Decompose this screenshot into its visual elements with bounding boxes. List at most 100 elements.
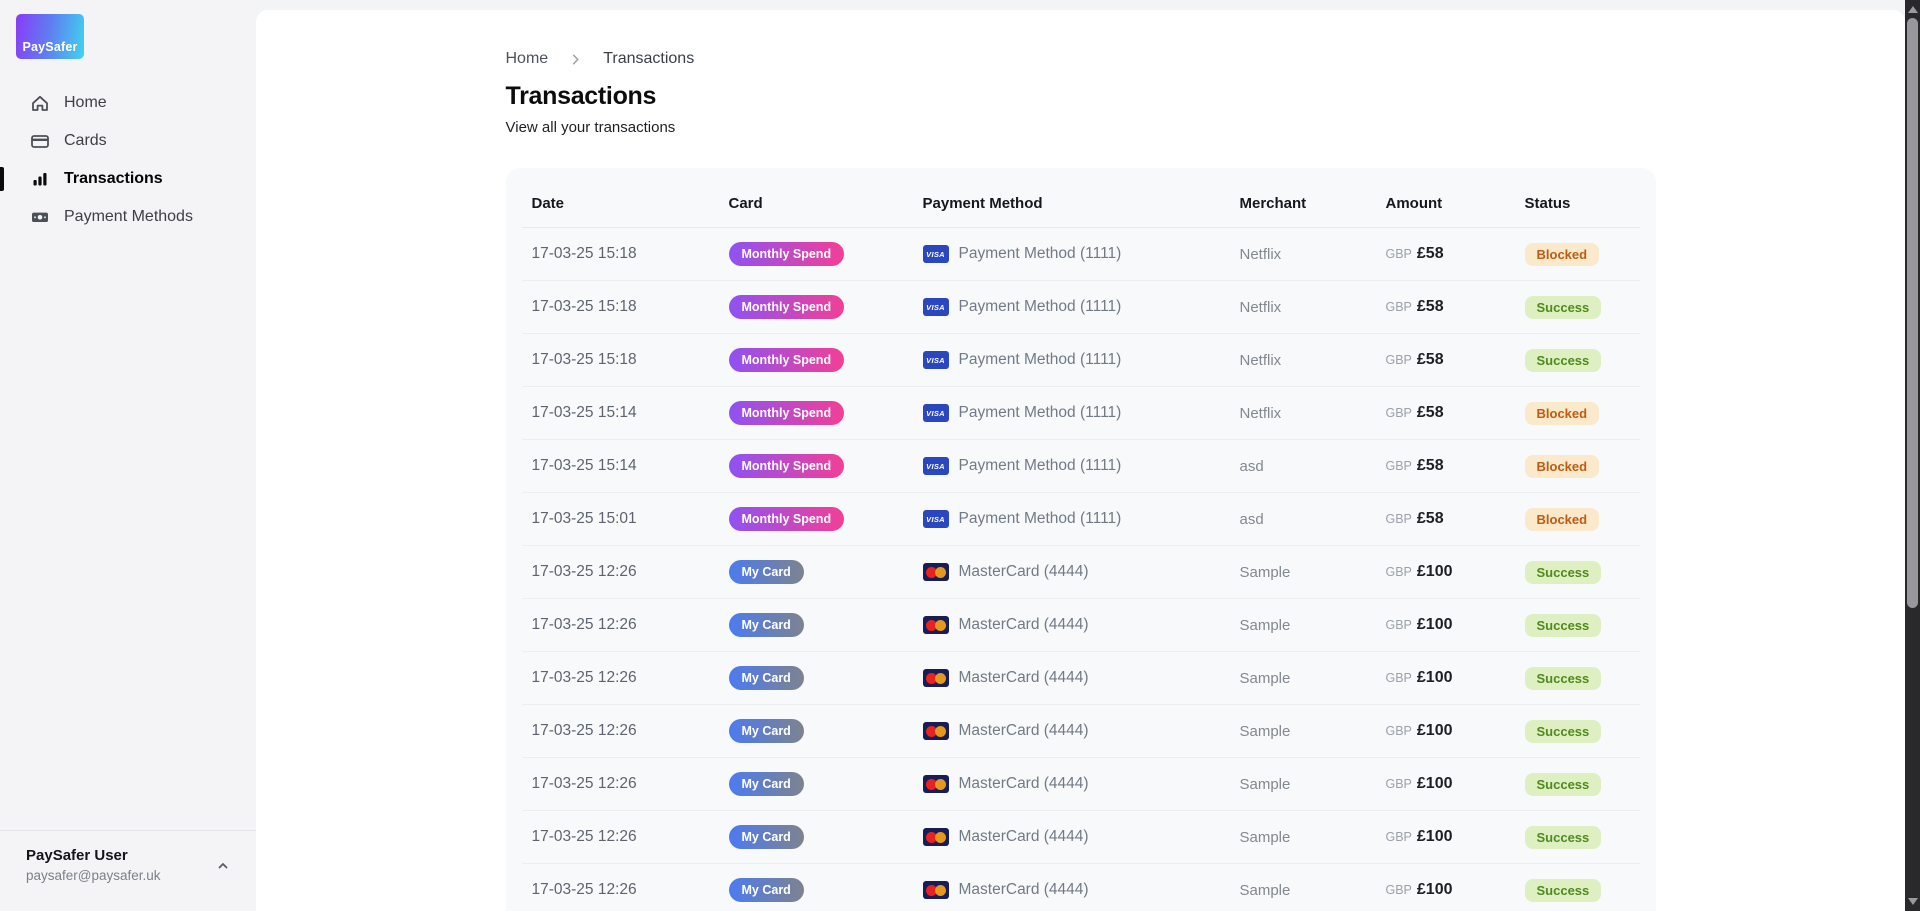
card-badge: Monthly Spend <box>729 454 845 478</box>
payment-method-label: MasterCard (4444) <box>959 722 1089 740</box>
user-menu[interactable]: PaySafer User paysafer@paysafer.uk <box>0 830 256 911</box>
cell-merchant: Netflix <box>1240 387 1386 440</box>
status-badge: Success <box>1525 614 1602 637</box>
cell-card: My Card <box>729 705 923 758</box>
scrollbar-thumb[interactable] <box>1907 18 1918 608</box>
cell-card: My Card <box>729 811 923 864</box>
cell-amount: GBP£100 <box>1386 811 1525 864</box>
cell-merchant: Netflix <box>1240 334 1386 387</box>
user-email: paysafer@paysafer.uk <box>26 868 230 883</box>
amount-currency: GBP <box>1386 353 1412 367</box>
breadcrumb-home[interactable]: Home <box>506 50 549 68</box>
scrollbar-up-arrow-icon[interactable] <box>1908 6 1918 13</box>
sidebar-item-home[interactable]: Home <box>0 84 256 122</box>
table-row: 17-03-25 12:26 My Card MasterCard (4444)… <box>522 652 1640 705</box>
sidebar-item-transactions[interactable]: Transactions <box>0 160 256 198</box>
breadcrumb-current: Transactions <box>603 50 694 68</box>
column-header-card: Card <box>729 168 923 228</box>
cell-amount: GBP£58 <box>1386 387 1525 440</box>
cell-merchant: asd <box>1240 493 1386 546</box>
table-row: 17-03-25 12:26 My Card MasterCard (4444)… <box>522 705 1640 758</box>
home-icon <box>30 93 50 113</box>
amount-currency: GBP <box>1386 565 1412 579</box>
cell-status: Success <box>1525 334 1640 387</box>
cell-status: Success <box>1525 864 1640 911</box>
card-badge: My Card <box>729 772 804 796</box>
scrollbar[interactable] <box>1905 0 1920 911</box>
sidebar-item-label: Cards <box>64 132 107 150</box>
cell-merchant: Netflix <box>1240 281 1386 334</box>
status-badge: Success <box>1525 349 1602 372</box>
cell-payment-method: MasterCard (4444) <box>923 864 1240 911</box>
main-panel: Home Transactions Transactions View all … <box>256 10 1905 911</box>
cell-date: 17-03-25 15:01 <box>522 493 729 546</box>
card-badge: My Card <box>729 719 804 743</box>
amount-value: £100 <box>1417 775 1453 792</box>
amount-value: £58 <box>1417 510 1444 527</box>
cell-date: 17-03-25 12:26 <box>522 705 729 758</box>
cell-amount: GBP£100 <box>1386 599 1525 652</box>
brand-logo[interactable]: PaySafer <box>16 14 84 59</box>
payment-method-label: Payment Method (1111) <box>959 404 1122 422</box>
brand-logo-text: PaySafer <box>22 40 77 59</box>
payment-method-label: MasterCard (4444) <box>959 775 1089 793</box>
cell-payment-method: VISA Payment Method (1111) <box>923 281 1240 334</box>
sidebar-item-cards[interactable]: Cards <box>0 122 256 160</box>
cell-card: My Card <box>729 599 923 652</box>
table-row: 17-03-25 15:14 Monthly Spend VISA Paymen… <box>522 387 1640 440</box>
column-header-date: Date <box>522 168 729 228</box>
amount-value: £100 <box>1417 881 1453 898</box>
status-badge: Success <box>1525 667 1602 690</box>
payment-method-label: MasterCard (4444) <box>959 616 1089 634</box>
cell-status: Success <box>1525 758 1640 811</box>
cell-payment-method: MasterCard (4444) <box>923 705 1240 758</box>
card-badge: Monthly Spend <box>729 242 845 266</box>
visa-icon: VISA <box>923 404 949 422</box>
cards-icon <box>30 131 50 151</box>
cell-amount: GBP£58 <box>1386 493 1525 546</box>
cell-card: Monthly Spend <box>729 387 923 440</box>
status-badge: Success <box>1525 826 1602 849</box>
cell-payment-method: VISA Payment Method (1111) <box>923 228 1240 281</box>
sidebar-nav: Home Cards Transactions Payment Methods <box>0 84 256 236</box>
amount-value: £58 <box>1417 245 1444 262</box>
table-row: 17-03-25 15:18 Monthly Spend VISA Paymen… <box>522 281 1640 334</box>
amount-value: £58 <box>1417 298 1444 315</box>
card-badge: My Card <box>729 666 804 690</box>
visa-icon: VISA <box>923 245 949 263</box>
mastercard-icon <box>923 669 949 687</box>
cell-card: My Card <box>729 758 923 811</box>
payment-method-label: Payment Method (1111) <box>959 510 1122 528</box>
sidebar-item-payment-methods[interactable]: Payment Methods <box>0 198 256 236</box>
cell-merchant: Sample <box>1240 758 1386 811</box>
cell-merchant: Sample <box>1240 546 1386 599</box>
table-header-row: DateCardPayment MethodMerchantAmountStat… <box>522 168 1640 228</box>
visa-icon: VISA <box>923 510 949 528</box>
table-row: 17-03-25 12:26 My Card MasterCard (4444)… <box>522 811 1640 864</box>
cell-amount: GBP£100 <box>1386 864 1525 911</box>
cell-card: Monthly Spend <box>729 281 923 334</box>
cell-amount: GBP£58 <box>1386 440 1525 493</box>
column-header-status: Status <box>1525 168 1640 228</box>
cell-amount: GBP£100 <box>1386 758 1525 811</box>
cell-card: My Card <box>729 652 923 705</box>
amount-value: £100 <box>1417 722 1453 739</box>
user-name: PaySafer User <box>26 847 230 864</box>
cell-date: 17-03-25 15:14 <box>522 440 729 493</box>
mastercard-icon <box>923 775 949 793</box>
card-badge: My Card <box>729 560 804 584</box>
card-badge: Monthly Spend <box>729 348 845 372</box>
status-badge: Success <box>1525 296 1602 319</box>
sidebar-item-label: Home <box>64 94 107 112</box>
scrollbar-down-arrow-icon[interactable] <box>1908 898 1918 905</box>
payment-method-label: MasterCard (4444) <box>959 563 1089 581</box>
amount-currency: GBP <box>1386 724 1412 738</box>
status-badge: Success <box>1525 773 1602 796</box>
cell-status: Success <box>1525 705 1640 758</box>
cell-payment-method: VISA Payment Method (1111) <box>923 440 1240 493</box>
chevron-up-icon[interactable] <box>216 859 230 873</box>
mastercard-icon <box>923 828 949 846</box>
mastercard-icon <box>923 722 949 740</box>
cell-merchant: Sample <box>1240 599 1386 652</box>
cell-merchant: Sample <box>1240 652 1386 705</box>
